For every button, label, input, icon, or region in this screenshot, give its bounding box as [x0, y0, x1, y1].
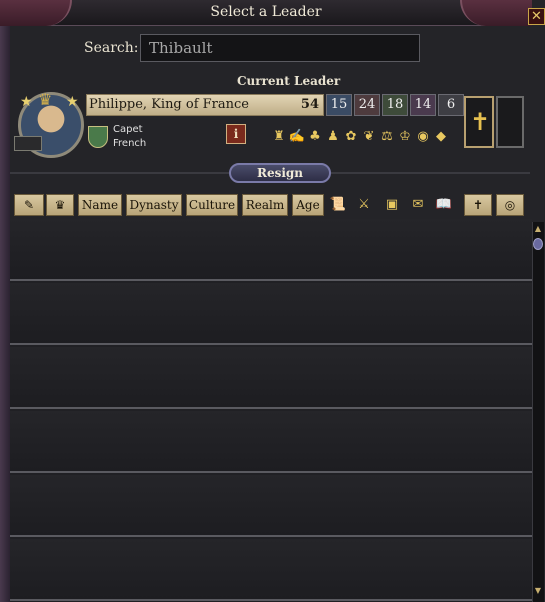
culture-name: French	[113, 138, 147, 149]
trait-icon[interactable]: ❦	[360, 126, 378, 148]
sort-realm-header[interactable]: Realm	[242, 194, 288, 216]
trait-icon[interactable]: ◆	[432, 126, 450, 148]
trait-icon[interactable]: ◉	[414, 126, 432, 148]
scroll-thumb[interactable]	[533, 238, 543, 250]
sort-age-header[interactable]: Age	[292, 194, 324, 216]
trait-icon[interactable]: ⚖	[378, 126, 396, 148]
crown-icon: ♛	[38, 90, 53, 109]
sort-dynasty-header[interactable]: Dynasty	[126, 194, 182, 216]
cross-icon: ✝	[470, 108, 491, 136]
stat-intrigue: 14	[410, 94, 436, 116]
title-bar: Select a Leader	[0, 0, 532, 26]
trait-icon[interactable]: ♔	[396, 126, 414, 148]
religion-slot[interactable]: ✝	[464, 96, 494, 148]
dynasty-shield-icon[interactable]	[88, 126, 108, 148]
list-item[interactable]	[10, 347, 532, 409]
trait-icon[interactable]: ♟	[324, 126, 342, 148]
star-icon: ★	[66, 94, 79, 110]
stat-learning: 6	[438, 94, 464, 116]
current-leader-card: ♛ ★ ★ Philippe, King of France 54 15 24 …	[10, 90, 530, 160]
stat-stewardship: 18	[382, 94, 408, 116]
sort-intrigue-header[interactable]: ◎	[496, 194, 524, 216]
stat-diplomacy: 15	[326, 94, 352, 116]
treasure-chest-icon[interactable]: ▣	[382, 196, 402, 216]
leader-age: 54	[300, 97, 319, 112]
resign-button[interactable]: Resign	[229, 163, 331, 183]
quill-icon: ✎	[23, 198, 35, 212]
cross-icon: ✝	[472, 198, 484, 212]
list-item[interactable]	[10, 219, 532, 281]
glasses-icon: ◎	[504, 198, 516, 212]
scroll-up-arrow-icon[interactable]: ▲	[533, 224, 543, 236]
trait-list: ♜ ✍ ♣ ♟ ✿ ❦ ⚖ ♔ ◉ ◆	[270, 126, 450, 148]
window-title: Select a Leader	[210, 4, 322, 20]
trait-icon[interactable]: ✍	[288, 126, 306, 148]
window-left-border	[0, 0, 10, 602]
list-item[interactable]	[10, 411, 532, 473]
scroll-down-arrow-icon[interactable]: ▼	[533, 586, 543, 598]
stat-martial: 24	[354, 94, 380, 116]
sort-name-header[interactable]: Name	[78, 194, 122, 216]
swords-icon[interactable]: ⚔	[354, 196, 374, 216]
leader-name-bar[interactable]: Philippe, King of France 54	[86, 94, 324, 116]
portrait-slot	[14, 136, 42, 151]
scroll-icon[interactable]: 📜	[328, 196, 348, 216]
scrollbar[interactable]	[532, 222, 544, 602]
trait-icon[interactable]: ✿	[342, 126, 360, 148]
candidate-list	[10, 219, 532, 602]
close-button[interactable]: ✕	[528, 8, 545, 25]
book-icon[interactable]: 📖	[434, 196, 454, 216]
crown-icon: ♛	[54, 198, 66, 212]
trait-icon[interactable]: ♜	[270, 126, 288, 148]
character-info-button[interactable]: i	[226, 124, 246, 144]
sort-religion-header[interactable]: ✝	[464, 194, 492, 216]
sort-culture-header[interactable]: Culture	[186, 194, 238, 216]
sort-quill-header[interactable]: ✎	[14, 194, 44, 216]
select-leader-window: Select a Leader ✕ Search: Current Leader…	[0, 0, 545, 602]
list-item[interactable]	[10, 283, 532, 345]
list-item[interactable]	[10, 539, 532, 601]
empty-slot	[496, 96, 524, 148]
list-item[interactable]	[10, 475, 532, 537]
letter-icon[interactable]: ✉	[408, 196, 428, 216]
dynasty-name: Capet	[113, 124, 143, 135]
search-input[interactable]	[140, 34, 420, 62]
sort-rank-header[interactable]: ♛	[46, 194, 74, 216]
trait-icon[interactable]: ♣	[306, 126, 324, 148]
current-leader-label: Current Leader	[237, 74, 341, 88]
search-label: Search:	[84, 40, 139, 56]
star-icon: ★	[20, 94, 33, 110]
leader-name: Philippe, King of France	[89, 97, 249, 112]
